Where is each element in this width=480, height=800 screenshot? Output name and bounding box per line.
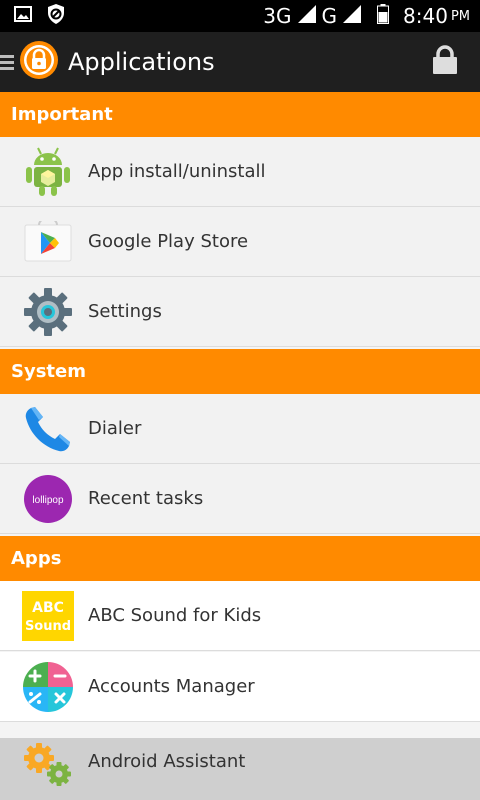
- image-notification-icon: [14, 6, 32, 26]
- list-item-label: Settings: [88, 301, 162, 322]
- list-item-accounts-manager[interactable]: Accounts Manager: [0, 652, 480, 722]
- list-item-settings[interactable]: Settings: [0, 277, 480, 347]
- list-item-google-play[interactable]: Google Play Store: [0, 207, 480, 277]
- list-item-abc-sound[interactable]: ABC Sound ABC Sound for Kids: [0, 581, 480, 651]
- android-robot-icon: [22, 146, 74, 198]
- play-store-icon: [22, 216, 74, 268]
- clock-time: 8:40: [403, 4, 448, 28]
- section-title: System: [11, 361, 86, 382]
- shield-notification-icon: [46, 3, 66, 29]
- list-item-app-install[interactable]: App install/uninstall: [0, 137, 480, 207]
- lollipop-icon: lollipop: [22, 473, 74, 525]
- gear-icon: [22, 286, 74, 338]
- list-item-label: Google Play Store: [88, 231, 249, 252]
- list-item-android-assistant[interactable]: Android Assistant: [0, 723, 480, 800]
- network-g-label: G: [321, 4, 338, 28]
- network-3g-label: 3G: [263, 4, 292, 28]
- lollipop-icon-text: lollipop: [32, 495, 64, 506]
- list-item-label: Recent tasks: [88, 488, 204, 509]
- status-bar: 3G G 8:40 PM: [0, 0, 480, 32]
- clock-ampm: PM: [450, 8, 470, 24]
- list-item-label: Android Assistant: [88, 750, 246, 772]
- section-header-system: System: [0, 349, 480, 394]
- lock-icon[interactable]: [432, 45, 458, 79]
- abc-icon-text: ABC: [32, 600, 64, 616]
- section-header-apps: Apps: [0, 536, 480, 581]
- app-bar: Applications: [0, 32, 480, 92]
- signal-icon: [297, 4, 316, 28]
- phone-icon: [22, 403, 74, 455]
- list-item-label: ABC Sound for Kids: [88, 605, 262, 626]
- abc-sound-icon: ABC Sound: [22, 590, 74, 642]
- list-item-label: App install/uninstall: [88, 161, 266, 182]
- app-lock-logo-icon[interactable]: [18, 39, 60, 85]
- gears-icon: [22, 739, 74, 791]
- list-item-dialer[interactable]: Dialer: [0, 394, 480, 464]
- section-title: Apps: [11, 548, 62, 569]
- section-title: Important: [11, 104, 113, 125]
- battery-icon: [377, 3, 390, 29]
- calculator-icon: [22, 661, 74, 713]
- signal-icon-2: [343, 4, 362, 28]
- section-header-important: Important: [0, 92, 480, 137]
- menu-icon[interactable]: [0, 54, 14, 70]
- list-item-recent-tasks[interactable]: lollipop Recent tasks: [0, 464, 480, 534]
- sound-icon-text: Sound: [25, 619, 71, 634]
- list-item-label: Dialer: [88, 418, 142, 439]
- list-item-label: Accounts Manager: [88, 676, 255, 697]
- page-title: Applications: [68, 48, 215, 76]
